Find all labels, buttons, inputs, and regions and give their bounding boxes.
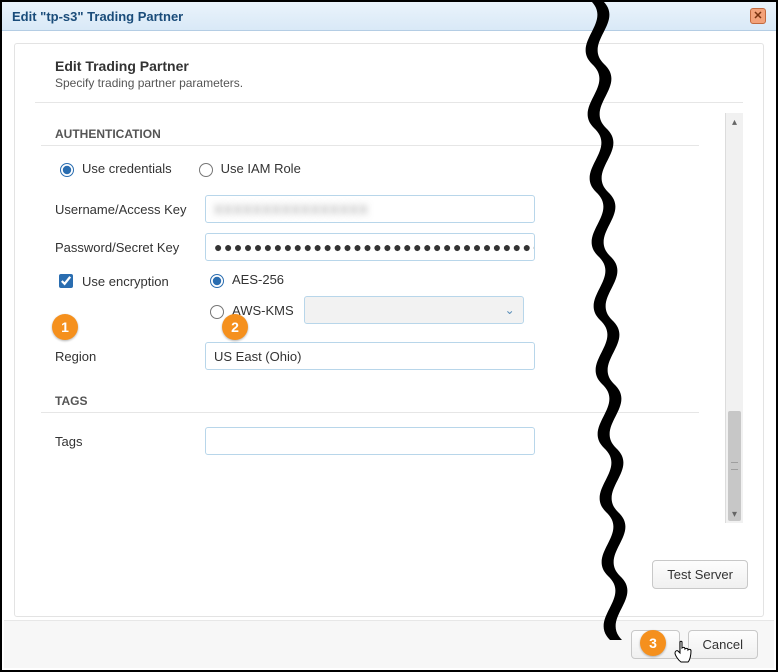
vertical-scrollbar[interactable]: ▴ ▾ (725, 113, 743, 523)
radio-input[interactable] (60, 163, 74, 177)
scroll-container: AUTHENTICATION Use credentials Use IAM R… (35, 113, 743, 523)
select-region[interactable]: US East (Ohio) (205, 342, 535, 370)
auth-mode-group: Use credentials Use IAM Role (55, 160, 699, 177)
close-icon[interactable]: ✕ (750, 8, 766, 24)
checkbox-label: Use encryption (82, 274, 169, 289)
select-value: US East (Ohio) (214, 349, 301, 364)
divider (35, 102, 743, 103)
row-region: Region US East (Ohio) (55, 342, 699, 370)
checkbox-use-encryption[interactable] (59, 274, 73, 288)
dialog-body: Edit Trading Partner Specify trading par… (2, 31, 776, 669)
select-kms-key[interactable]: ⌄ (304, 296, 524, 324)
form-area: AUTHENTICATION Use credentials Use IAM R… (35, 113, 725, 523)
callout-badge-3: 3 (640, 630, 666, 656)
panel-header: Edit Trading Partner Specify trading par… (55, 58, 723, 90)
row-password: Password/Secret Key ●●●●●●●●●●●●●●●●●●●●… (55, 233, 699, 261)
radio-use-credentials[interactable]: Use credentials (55, 160, 172, 177)
label-password: Password/Secret Key (55, 240, 205, 255)
titlebar: Edit "tp-s3" Trading Partner ✕ (2, 2, 776, 31)
radio-label: AES-256 (232, 272, 284, 287)
radio-aes-256[interactable]: AES-256 (205, 271, 284, 288)
radio-label: Use IAM Role (221, 161, 301, 176)
encryption-options: AES-256 AWS-KMS ⌄ (205, 271, 524, 324)
cancel-button[interactable]: Cancel (688, 630, 758, 659)
section-label-tags: TAGS (55, 394, 699, 408)
divider (41, 412, 699, 413)
input-username[interactable]: XXXXXXXXXXXXXXXX (205, 195, 535, 223)
row-encryption: Use encryption AES-256 (55, 271, 699, 324)
divider (41, 145, 699, 146)
callout-badge-2: 2 (222, 314, 248, 340)
dialog-window: Edit "tp-s3" Trading Partner ✕ Edit Trad… (0, 0, 778, 672)
radio-use-iam-role[interactable]: Use IAM Role (194, 160, 301, 177)
encryption-toggle: Use encryption (55, 271, 205, 291)
input-tags[interactable] (205, 427, 535, 455)
inner-panel: Edit Trading Partner Specify trading par… (14, 43, 764, 617)
radio-label: Use credentials (82, 161, 172, 176)
row-tags: Tags (55, 427, 699, 455)
label-username: Username/Access Key (55, 202, 205, 217)
section-label-authentication: AUTHENTICATION (55, 127, 699, 141)
test-server-button[interactable]: Test Server (652, 560, 748, 589)
radio-aws-kms[interactable]: AWS-KMS (205, 302, 294, 319)
panel-title: Edit Trading Partner (55, 58, 723, 74)
label-region: Region (55, 349, 205, 364)
scroll-track[interactable] (726, 131, 743, 505)
scroll-down-arrow-icon[interactable]: ▾ (726, 505, 743, 523)
scroll-up-arrow-icon[interactable]: ▴ (726, 113, 743, 131)
panel-button-bar: Test Server (652, 560, 748, 589)
input-password[interactable]: ●●●●●●●●●●●●●●●●●●●●●●●●●●●●●●●●●●●●●●●● (205, 233, 535, 261)
radio-input[interactable] (199, 163, 213, 177)
chevron-down-icon: ⌄ (505, 303, 515, 317)
radio-input[interactable] (210, 274, 224, 288)
panel-subtitle: Specify trading partner parameters. (55, 76, 723, 90)
radio-input[interactable] (210, 305, 224, 319)
label-tags: Tags (55, 434, 205, 449)
callout-badge-1: 1 (52, 314, 78, 340)
row-username: Username/Access Key XXXXXXXXXXXXXXXX (55, 195, 699, 223)
window-title: Edit "tp-s3" Trading Partner (12, 9, 183, 24)
